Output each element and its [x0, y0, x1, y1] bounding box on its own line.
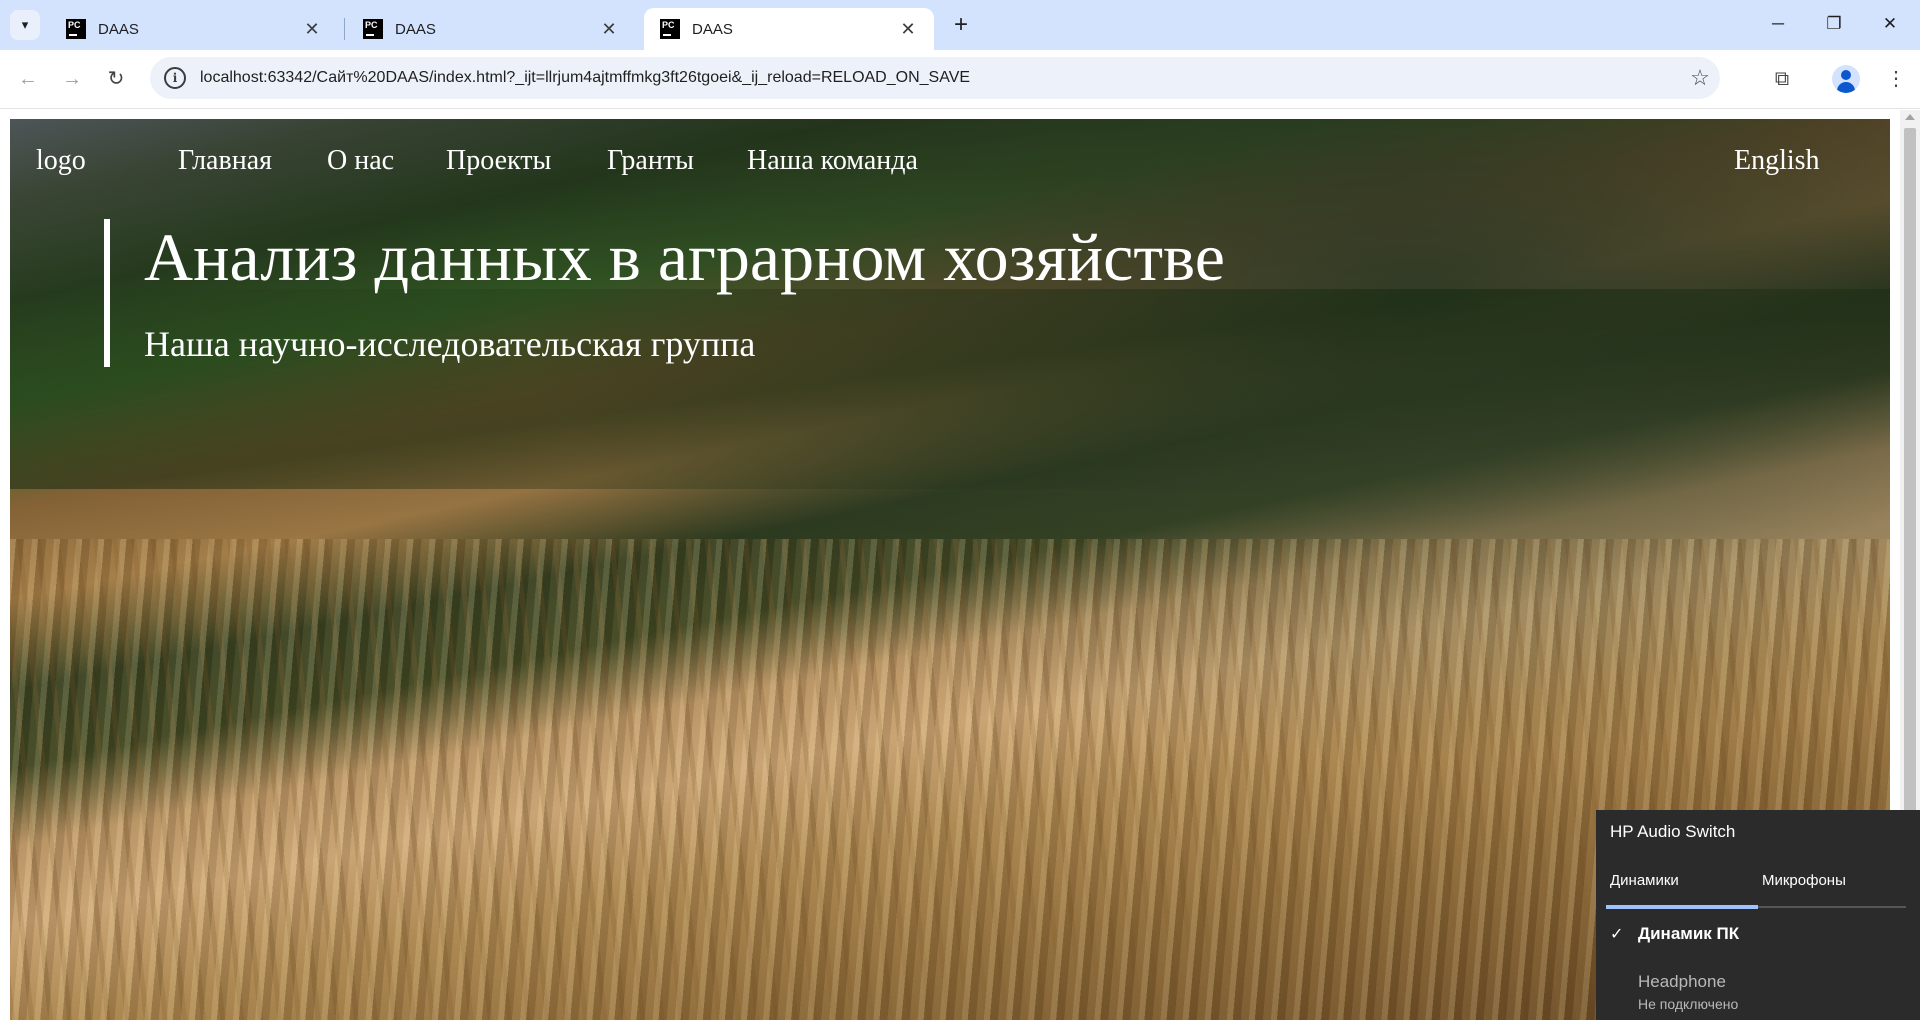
tab-microphones[interactable]: Микрофоны	[1762, 872, 1846, 889]
star-icon[interactable]: ☆	[1680, 65, 1720, 91]
scroll-up-arrow-icon[interactable]	[1905, 114, 1915, 120]
tab-speakers[interactable]: Динамики	[1610, 872, 1679, 889]
hp-audio-switch-panel: HP Audio Switch Динамики Микрофоны ✓ Дин…	[1596, 810, 1920, 1020]
pycharm-favicon-icon: PC	[66, 19, 86, 39]
tab-divider	[344, 18, 345, 40]
tab-underline	[1606, 905, 1906, 909]
window-close-button[interactable]: ✕	[1862, 0, 1918, 50]
browser-tab[interactable]: PC DAAS ✕	[347, 8, 635, 50]
page-subtitle: Наша научно-исследовательская группа	[144, 324, 756, 364]
device-pc-speaker[interactable]: Динамик ПК	[1638, 924, 1739, 944]
reload-icon: ↻	[107, 68, 125, 90]
chevron-down-icon: ▾	[21, 17, 29, 32]
avatar-head	[1841, 70, 1851, 80]
forward-button[interactable]: →	[56, 63, 88, 95]
restore-icon: ❐	[1826, 14, 1842, 33]
browser-tab[interactable]: PC DAAS ✕	[50, 8, 338, 50]
checkmark-icon: ✓	[1610, 926, 1624, 943]
tab-title: DAAS	[98, 20, 139, 38]
close-icon[interactable]: ✕	[896, 19, 920, 40]
close-icon[interactable]: ✕	[597, 19, 621, 40]
minimize-icon: ─	[1771, 14, 1785, 33]
tab-strip: ▾ PC DAAS ✕ PC DAAS ✕ PC DAAS ✕ + ─ ❐ ✕	[0, 0, 1920, 50]
audio-panel-title: HP Audio Switch	[1610, 822, 1736, 841]
address-bar[interactable]: i localhost:63342/Сайт%20DAAS/index.html…	[150, 57, 1720, 99]
restore-button[interactable]: ❐	[1806, 0, 1862, 50]
nav-link-grants[interactable]: Гранты	[607, 145, 694, 177]
language-switch[interactable]: English	[1734, 145, 1820, 177]
nav-link-projects[interactable]: Проекты	[446, 145, 551, 177]
tab-title: DAAS	[692, 20, 733, 38]
close-icon: ✕	[1882, 14, 1898, 33]
new-tab-button[interactable]: +	[944, 10, 978, 40]
hero-headline-block: Анализ данных в аграрном хозяйстве Наша …	[104, 219, 1225, 367]
reload-button[interactable]: ↻	[100, 63, 132, 95]
minimize-button[interactable]: ─	[1750, 0, 1806, 50]
tab-search-button[interactable]: ▾	[10, 10, 40, 40]
info-icon[interactable]: i	[164, 67, 186, 89]
nav-link-about[interactable]: О нас	[327, 145, 394, 177]
plus-icon: +	[953, 11, 968, 38]
pycharm-favicon-icon: PC	[660, 19, 680, 39]
avatar-body	[1837, 82, 1855, 93]
nav-link-team[interactable]: Наша команда	[747, 145, 918, 177]
forward-arrow-icon: →	[62, 68, 82, 90]
device-headphone[interactable]: Headphone	[1638, 972, 1726, 992]
back-arrow-icon: ←	[18, 68, 38, 90]
tab-title: DAAS	[395, 20, 436, 38]
browser-tab-active[interactable]: PC DAAS ✕	[644, 8, 934, 50]
puzzle-icon: ⧉	[1774, 68, 1790, 90]
back-button[interactable]: ←	[12, 63, 44, 95]
browser-menu-button[interactable]: ⋮	[1880, 63, 1912, 95]
site-navbar: logo Главная О нас Проекты Гранты Наша к…	[10, 119, 1890, 199]
nav-link-home[interactable]: Главная	[178, 145, 272, 177]
browser-toolbar: ← → ↻ i localhost:63342/Сайт%20DAAS/inde…	[0, 50, 1920, 109]
kebab-menu-icon: ⋮	[1886, 68, 1906, 90]
close-icon[interactable]: ✕	[300, 19, 324, 40]
url-text[interactable]: localhost:63342/Сайт%20DAAS/index.html?_…	[200, 69, 1680, 87]
active-tab-indicator	[1606, 905, 1758, 909]
pycharm-favicon-icon: PC	[363, 19, 383, 39]
page-title: Анализ данных в аграрном хозяйстве	[144, 219, 1225, 295]
extensions-button[interactable]: ⧉	[1766, 63, 1798, 95]
profile-avatar-icon[interactable]	[1832, 65, 1860, 93]
site-logo[interactable]: logo	[36, 145, 86, 177]
device-status: Не подключено	[1638, 996, 1739, 1012]
